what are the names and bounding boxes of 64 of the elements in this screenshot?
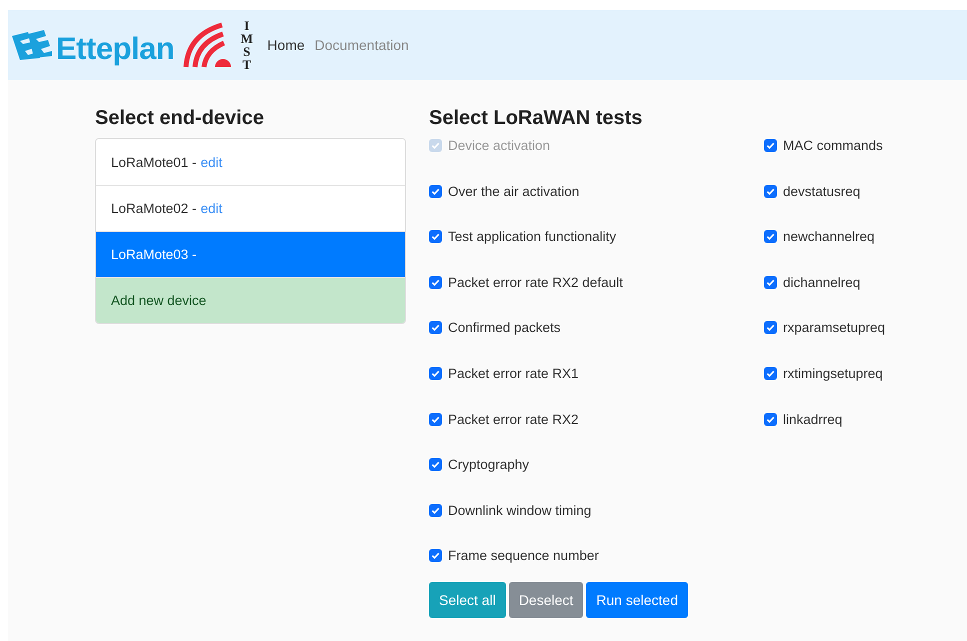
device-name: Add new device [111, 293, 206, 308]
test-checkbox-row[interactable]: dichannelreq [764, 274, 967, 291]
section-title: Select end-device [95, 106, 265, 130]
checkbox[interactable] [764, 139, 777, 152]
checkbox[interactable] [429, 458, 442, 472]
partner-logo-text: IMST [240, 19, 254, 71]
nav-link[interactable]: Home [267, 37, 305, 53]
device-name: LoRaMote01 - [111, 154, 197, 170]
checkbox-label: Cryptography [448, 457, 530, 474]
action-button[interactable]: Run selected [586, 582, 688, 618]
checkbox-label: Test application functionality [448, 229, 616, 246]
add-device-item[interactable]: Add new device [96, 277, 405, 323]
checkbox[interactable] [764, 276, 777, 289]
device-name: LoRaMote02 - [111, 201, 197, 216]
device-item[interactable]: LoRaMote02 - edit [96, 185, 405, 231]
test-checkbox-row[interactable]: rxparamsetupreq [764, 320, 967, 336]
checkbox-label: Packet error rate RX2 [448, 412, 579, 428]
test-checkbox-row[interactable]: newchannelreq [764, 229, 967, 246]
checkbox-label: newchannelreq [783, 229, 875, 246]
checkbox[interactable] [429, 412, 442, 426]
checkbox[interactable] [764, 230, 777, 244]
test-checkbox-row[interactable]: Confirmed packets [429, 320, 764, 336]
test-checkbox-row[interactable]: Frame sequence number [429, 548, 764, 564]
checkbox-label: Packet error rate RX2 default [448, 274, 623, 291]
checkbox-label: Frame sequence number [448, 548, 599, 564]
checkbox[interactable] [429, 504, 442, 517]
test-checkbox-row[interactable]: Packet error rate RX1 [429, 366, 764, 382]
checkbox-label: MAC commands [783, 138, 883, 154]
test-checkbox-row[interactable]: Packet error rate RX2 default [429, 274, 764, 291]
test-checkbox-row[interactable]: Over the air activation [429, 184, 764, 200]
checkbox-label: Device activation [448, 138, 550, 154]
checkbox-label: dichannelreq [783, 274, 860, 291]
checkbox[interactable] [764, 184, 777, 198]
checkbox-label: devstatusreq [783, 184, 860, 200]
company-logo-text: Etteplan [56, 31, 174, 67]
checkbox[interactable] [429, 549, 442, 562]
checkbox[interactable] [429, 321, 442, 334]
checkbox[interactable] [429, 366, 442, 380]
checkbox-label: Downlink window timing [448, 502, 592, 519]
checkbox[interactable] [764, 321, 777, 334]
checkbox-label: Over the air activation [448, 184, 580, 200]
device-name: LoRaMote03 - [111, 247, 197, 262]
checkbox-label: Confirmed packets [448, 320, 561, 336]
test-checkbox-row[interactable]: rxtimingsetupreq [764, 366, 967, 382]
test-checkbox-row[interactable]: MAC commands [764, 138, 967, 154]
test-checkbox-row[interactable]: Test application functionality [429, 229, 764, 246]
section-title: Select LoRaWAN tests [429, 106, 644, 130]
test-checkbox-row[interactable]: Downlink window timing [429, 502, 764, 519]
company-logo-icon [10, 28, 52, 62]
checkbox[interactable] [429, 230, 442, 244]
checkbox-label: linkadrreq [783, 412, 842, 428]
device-item[interactable]: LoRaMote01 - edit [96, 139, 405, 185]
test-checkbox-row[interactable]: Cryptography [429, 457, 764, 474]
test-checkbox-row[interactable]: linkadrreq [764, 412, 967, 428]
device-item[interactable]: LoRaMote03 - [96, 231, 405, 277]
checkbox[interactable] [429, 184, 442, 198]
checkbox-label: rxtimingsetupreq [783, 366, 883, 382]
checkbox-label: Packet error rate RX1 [448, 366, 579, 382]
checkbox[interactable] [764, 366, 777, 380]
test-checkbox-row[interactable]: Packet error rate RX2 [429, 412, 764, 428]
checkbox[interactable] [764, 412, 777, 426]
checkbox[interactable] [429, 276, 442, 289]
checkbox-label: rxparamsetupreq [783, 320, 886, 336]
test-checkbox-row[interactable]: devstatusreq [764, 184, 967, 200]
